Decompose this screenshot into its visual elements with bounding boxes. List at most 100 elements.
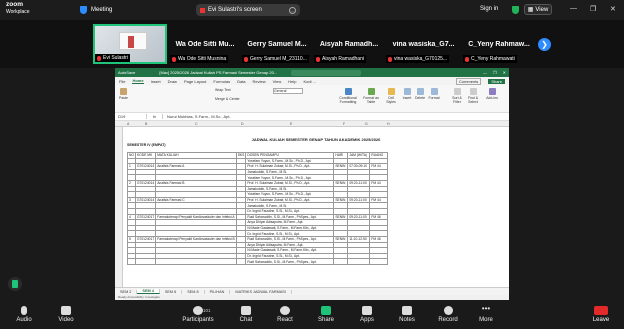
react-button[interactable]: React: [265, 306, 305, 323]
screen-share-indicator[interactable]: Evi Sulastri's screen …: [196, 4, 300, 16]
table-cell[interactable]: [333, 258, 349, 265]
menu-formulas[interactable]: Formulas: [213, 79, 230, 84]
self-video-tile[interactable]: Evi Sulastri: [93, 24, 167, 64]
table-cell[interactable]: Farmakoterapi Penyakit Kardiovaskuler da…: [155, 235, 237, 243]
table-cell[interactable]: [155, 258, 237, 265]
table-cell[interactable]: [127, 258, 136, 265]
conditional-formatting-button[interactable]: Conditional Formatting: [337, 88, 359, 104]
sort-filter-button[interactable]: Sort & Filter: [450, 88, 464, 104]
table-cell[interactable]: G70124014: [134, 163, 157, 170]
add-ins-button[interactable]: Add-ins: [485, 88, 499, 100]
minimize-icon[interactable]: —: [570, 5, 577, 12]
minimize-icon[interactable]: —: [483, 70, 487, 75]
excel-share-button[interactable]: Share: [488, 78, 505, 84]
comments-button[interactable]: Comments: [455, 77, 482, 85]
close-icon[interactable]: ✕: [503, 70, 506, 75]
menu-insert[interactable]: Insert: [151, 79, 161, 84]
record-icon: [443, 306, 453, 315]
table-cell[interactable]: [134, 258, 157, 265]
signin-button[interactable]: Sign in: [480, 6, 498, 12]
table-cell[interactable]: [235, 258, 247, 265]
paste-button[interactable]: Paste: [119, 88, 128, 100]
table-cell[interactable]: 11:10-12:50: [347, 235, 371, 243]
participant-tile[interactable]: Gerry Samuel M... Gerry Samuel M_23110..…: [242, 25, 312, 63]
merge-center-button[interactable]: Merge & Center: [215, 97, 240, 101]
menu-help[interactable]: Help: [288, 79, 296, 84]
sheet-tab-pilihan[interactable]: PILIHAN: [205, 289, 231, 294]
wrap-text-button[interactable]: Wrap Text: [215, 88, 231, 92]
col-header[interactable]: E: [290, 122, 292, 126]
format-as-table-button[interactable]: Format as Table: [361, 88, 381, 104]
apps-button[interactable]: Apps: [347, 306, 387, 323]
schedule-table[interactable]: NO KODE MK MATA KULIAH SKS DOSEN PENGAMP…: [127, 152, 389, 265]
menu-review[interactable]: Review: [253, 79, 266, 84]
col-header[interactable]: C: [195, 122, 198, 126]
maximize-icon[interactable]: ❐: [493, 70, 497, 75]
share-button[interactable]: Share: [306, 306, 346, 323]
table-cell[interactable]: G70124014: [134, 196, 157, 204]
close-icon[interactable]: ✕: [610, 5, 616, 13]
format-cells-button[interactable]: Format: [427, 88, 441, 100]
cell-styles-button[interactable]: Cell Styles: [383, 88, 399, 104]
record-button[interactable]: Record: [428, 306, 468, 323]
table-cell[interactable]: 09:20-11:00: [347, 196, 371, 204]
security-shield-icon[interactable]: [512, 6, 519, 14]
menu-home[interactable]: Home: [132, 78, 144, 84]
table-cell[interactable]: 09:20-11:00: [347, 180, 371, 187]
table-cell[interactable]: 09:20-11:00: [347, 213, 371, 221]
sheet-tab-sem2[interactable]: SEM 2: [115, 289, 138, 294]
sheet-tab-sem6[interactable]: SEM 6: [160, 289, 183, 294]
col-header[interactable]: H: [387, 122, 390, 126]
autosave-toggle[interactable]: AutoSave: [118, 70, 135, 75]
notes-button[interactable]: Notes: [387, 306, 427, 323]
insert-cells-button[interactable]: Insert: [401, 88, 413, 100]
col-header[interactable]: B: [145, 122, 147, 126]
table-cell[interactable]: [347, 258, 371, 265]
table-cell[interactable]: G70124017: [134, 235, 157, 243]
sheet-tab-matriks[interactable]: MATRIKS JADWAL FARMASI: [230, 289, 292, 294]
participants-label: Participants: [182, 317, 214, 323]
formula-input[interactable]: Nurul Mukhlas, S.Farm., M.Sc., Apt.: [163, 114, 231, 119]
sheet-tab-sem4[interactable]: SEM 4: [137, 289, 160, 294]
table-cell[interactable]: G70124017: [134, 213, 157, 221]
next-page-arrow-icon[interactable]: ❯: [538, 38, 551, 51]
menu-file[interactable]: File: [119, 79, 125, 84]
maximize-icon[interactable]: ❐: [590, 5, 596, 13]
chat-button[interactable]: Chat: [226, 306, 266, 323]
participant-tile[interactable]: Aisyah Ramadh... Aisyah Ramadhani: [314, 25, 384, 63]
menu-view[interactable]: View: [273, 79, 282, 84]
table-cell[interactable]: [369, 258, 389, 265]
menu-draw[interactable]: Draw: [168, 79, 177, 84]
col-header[interactable]: F: [343, 122, 345, 126]
number-format-select[interactable]: General: [273, 88, 303, 94]
table-cell[interactable]: 07:30-09:10: [347, 163, 371, 170]
more-button[interactable]: ••• More: [466, 305, 506, 324]
meeting-info[interactable]: Meeting: [80, 6, 112, 14]
notes-side-icon[interactable]: [8, 277, 22, 291]
table-row: 2 G70124014 Analisis Farmasi B Prof. H. Sul…: [127, 180, 389, 187]
excel-search-box[interactable]: [291, 69, 362, 76]
participants-button[interactable]: Participants: [176, 306, 220, 323]
col-header[interactable]: A: [127, 122, 129, 126]
table-cell[interactable]: G70124014: [134, 180, 157, 187]
name-box[interactable]: D19: [115, 114, 147, 119]
col-header[interactable]: D: [241, 122, 244, 126]
find-select-button[interactable]: Find & Select: [466, 88, 480, 104]
more-icon[interactable]: …: [289, 6, 296, 14]
menu-kodi[interactable]: Kodi ...: [304, 79, 316, 84]
video-button[interactable]: Video: [46, 306, 86, 323]
menu-data[interactable]: Data: [237, 79, 245, 84]
delete-cells-button[interactable]: Delete: [414, 88, 426, 100]
view-button[interactable]: ▦ View: [524, 4, 552, 15]
table-cell[interactable]: Farmakoterapi Penyakit Kardiovaskuler da…: [155, 213, 237, 221]
menu-page-layout[interactable]: Page Layout: [184, 79, 206, 84]
worksheet-grid[interactable]: JADWAL KULIAH SEMESTER GENAP TAHUN AKADE…: [115, 127, 509, 287]
table-cell[interactable]: Rudi Saharuddin, S.Si., M.Farm., PhSpes.…: [245, 258, 335, 265]
sheet-tab-sem8[interactable]: SEM 8: [182, 289, 205, 294]
participant-tile[interactable]: Wa Ode Sitti Mu... Wa Ode Sitti Musnina: [170, 25, 240, 63]
participant-tile[interactable]: vina wasiska_G7... vina wasiska_G70125..…: [386, 25, 461, 63]
leave-button[interactable]: Leave: [583, 306, 619, 323]
col-header[interactable]: G: [365, 122, 368, 126]
participant-tile[interactable]: C_Yeny Rahmaw... C_Yeny Rahmawati: [463, 25, 535, 63]
audio-button[interactable]: Audio: [4, 306, 44, 323]
